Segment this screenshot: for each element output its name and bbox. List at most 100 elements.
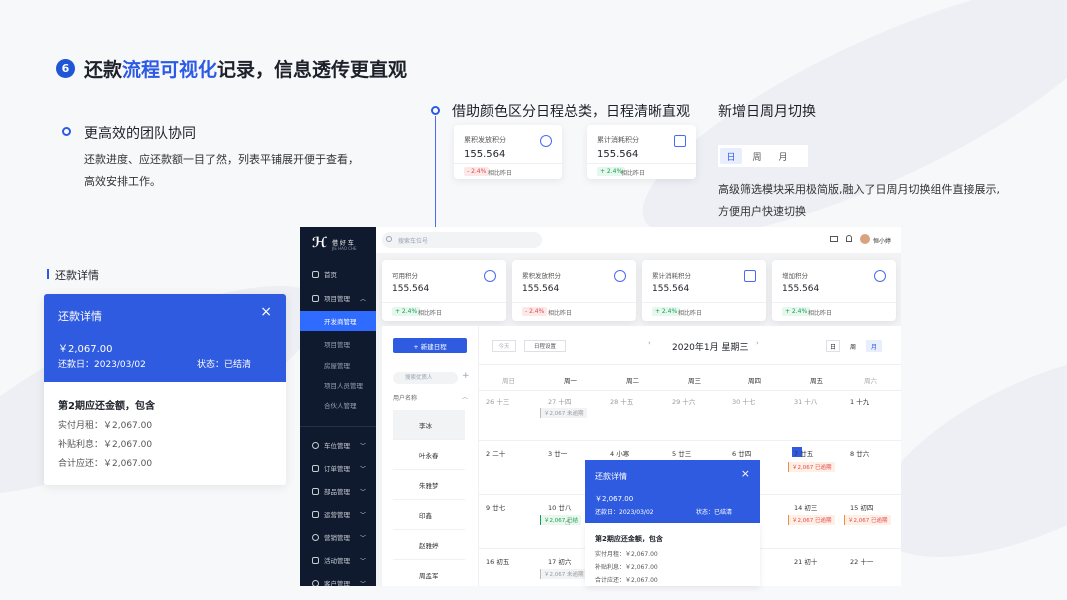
search-input[interactable]: 搜索车位号 <box>382 232 542 248</box>
nav-house[interactable]: 房屋管理 <box>300 355 376 375</box>
nav-project[interactable]: 项目管理 ︿ <box>300 288 376 308</box>
chevron-down-icon: ﹀ <box>359 557 366 565</box>
person-item[interactable]: 周孟军 <box>393 560 465 586</box>
person-search-input[interactable]: 搜索优质人 <box>393 372 458 384</box>
day-cell[interactable]: 5 廿三 <box>672 448 691 458</box>
nav-project-staff[interactable]: 项目人员管理 <box>300 375 376 395</box>
detail-row: 实付月租：￥2,067.00 <box>58 421 153 431</box>
marketing-icon <box>312 533 319 541</box>
search-icon <box>386 236 392 242</box>
new-schedule-button[interactable]: + 新建日程 <box>393 338 467 353</box>
nav-developer[interactable]: 开发商管理 <box>300 311 376 331</box>
view-month[interactable]: 月 <box>866 340 882 352</box>
operation-icon <box>312 510 319 518</box>
weekday: 周一 <box>564 377 577 385</box>
day-cell[interactable]: 28 十五 <box>610 396 633 406</box>
nav-home[interactable]: 首页 <box>300 264 376 284</box>
nav-order[interactable]: 订单管理 ﹀ <box>300 458 376 478</box>
avatar[interactable] <box>860 234 870 244</box>
nav-marketing[interactable]: 营销管理 ﹀ <box>300 527 376 547</box>
nav-parking[interactable]: 车位管理 ﹀ <box>300 435 376 455</box>
view-day[interactable]: 日 <box>826 340 840 352</box>
day-cell[interactable]: 3 廿一 <box>548 448 567 458</box>
day-cell[interactable]: 9 廿七 <box>486 502 505 512</box>
add-person-icon[interactable]: + <box>462 371 470 381</box>
day-cell[interactable]: 27 十四 <box>548 396 571 406</box>
repayment-popup: 还款详情 × ￥2,067.00 还款日：2023/03/02 状态：已结清 <box>585 460 760 523</box>
event-not-overdue[interactable]: ￥2,067 未逾期 <box>540 408 587 418</box>
next-month-icon[interactable]: › <box>756 339 759 347</box>
weekday: 周五 <box>810 377 823 385</box>
report-icon <box>674 135 686 147</box>
day-cell[interactable]: 6 廿四 <box>732 448 751 458</box>
person-item[interactable]: 李冰 <box>393 410 465 440</box>
close-icon[interactable]: × <box>741 467 750 480</box>
event-not-overdue[interactable]: ￥2,067 未逾期 <box>540 569 587 579</box>
toggle-week[interactable]: 周 <box>746 148 768 164</box>
heading-marker <box>47 269 49 279</box>
day-cell[interactable]: 21 初十 <box>794 556 817 566</box>
nav-operation[interactable]: 运营管理 ﹀ <box>300 504 376 524</box>
day-cell[interactable]: 2 二十 <box>486 448 505 458</box>
popup-title: 还款详情 <box>595 472 627 481</box>
weekday: 周四 <box>748 377 761 385</box>
day-cell[interactable]: 14 初三 <box>794 502 817 512</box>
person-item[interactable]: 印鑫 <box>393 500 465 530</box>
person-item[interactable]: 赵雅婷 <box>393 530 465 560</box>
grid-line <box>478 364 901 365</box>
prev-month-icon[interactable]: ‹ <box>648 339 651 347</box>
schedule-settings-button[interactable]: 日程设置 <box>524 340 566 352</box>
team-section-title: 更高效的团队协同 <box>84 126 196 142</box>
view-week[interactable]: 周 <box>846 340 860 352</box>
weekday: 周三 <box>688 377 701 385</box>
day-cell[interactable]: 1 十九 <box>850 396 869 406</box>
day-cell[interactable]: 4 小寒 <box>610 448 629 458</box>
toggle-month[interactable]: 月 <box>772 148 794 164</box>
day-cell[interactable]: 26 十三 <box>486 396 509 406</box>
close-icon[interactable]: × <box>260 304 272 320</box>
event-overdue[interactable]: ￥2,067 已逾期 <box>844 515 891 525</box>
chevron-down-icon: ﹀ <box>359 442 366 450</box>
kpi-card: 累积发放积分 155.564 - 2.4% 相比昨日 <box>512 260 636 321</box>
day-cell[interactable]: 8 廿六 <box>850 448 869 458</box>
bell-icon[interactable] <box>846 235 852 242</box>
day-cell[interactable]: 17 初六 <box>548 556 571 566</box>
grid-line <box>478 390 901 391</box>
popup-period: 第2期应还金额，包含 <box>595 535 663 543</box>
team-section-desc: 还款进度、应还款额一目了然，列表平铺展开便于查看， 高效安排工作。 <box>84 153 359 188</box>
day-cell[interactable]: 15 初四 <box>850 502 873 512</box>
detail-row: 补贴利息：￥2,067.00 <box>58 440 153 450</box>
person-item[interactable]: 朱雅梦 <box>393 470 465 500</box>
nav-project-manage[interactable]: 项目管理 <box>300 334 376 354</box>
database-icon <box>874 270 886 282</box>
detail-amount: ￥2,067.00 <box>58 344 113 355</box>
sidebar: ℋ 借 好 车 JIE HAO CHE 首页 项目管理 ︿ 开发商管理 项目管理 … <box>300 227 376 586</box>
mail-icon[interactable] <box>830 236 838 242</box>
repayment-popup-body: 第2期应还金额，包含 实付月租：￥2,067.00 补贴利息：￥2,067.00… <box>585 523 760 586</box>
event-overdue[interactable]: ￥2,067 已逾期 <box>788 515 835 525</box>
event-overdue[interactable]: ￥2,067 已逾期 <box>788 462 835 472</box>
toggle-section-title: 新增日周月切换 <box>718 104 816 120</box>
detail-period: 第2期应还金额，包含 <box>58 401 155 412</box>
event-settled[interactable]: ￥2,067 已结 <box>540 515 581 525</box>
customer-icon <box>312 579 319 586</box>
day-cell[interactable]: 7 廿五 <box>794 448 813 458</box>
day-cell[interactable]: 22 十一 <box>850 556 873 566</box>
slide-headline: 还款流程可视化记录，信息透传更直观 <box>84 59 408 81</box>
nav-partner[interactable]: 合伙人管理 <box>300 395 376 415</box>
person-item[interactable]: 叶永春 <box>393 440 465 470</box>
popup-row: 实付月租：￥2,067.00 <box>595 551 658 558</box>
day-cell[interactable]: 31 十八 <box>794 396 817 406</box>
day-cell[interactable]: 29 十六 <box>672 396 695 406</box>
detail-title: 还款详情 <box>58 310 102 323</box>
today-button[interactable]: 今天 <box>492 340 516 352</box>
day-cell[interactable]: 10 廿八 <box>548 502 571 512</box>
nav-parts[interactable]: 部品管理 ﹀ <box>300 481 376 501</box>
toggle-day[interactable]: 日 <box>720 148 742 164</box>
bullet-icon <box>431 106 440 115</box>
nav-customer[interactable]: 客户管理 ﹀ <box>300 573 376 586</box>
nav-activity[interactable]: 活动管理 ﹀ <box>300 550 376 570</box>
detail-row: 合计应还：￥2,067.00 <box>58 459 153 469</box>
day-cell[interactable]: 16 初五 <box>486 556 509 566</box>
day-cell[interactable]: 30 十七 <box>732 396 755 406</box>
